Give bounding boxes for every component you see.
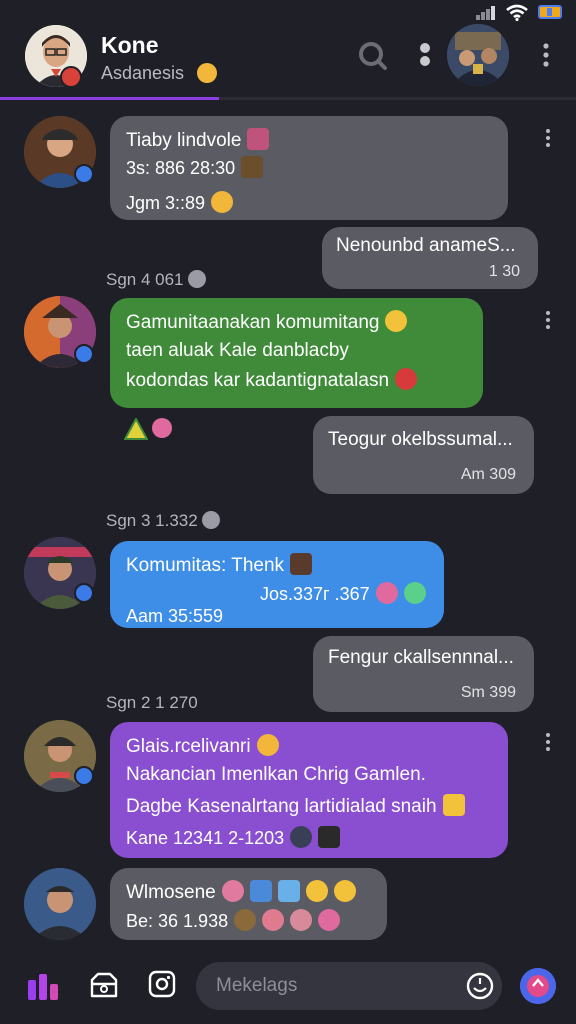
outgoing-text: Fengur ckallsennnal... — [328, 647, 514, 668]
image-emoji-icon — [241, 156, 264, 178]
subtitle-emoji-icon — [197, 63, 217, 83]
verified-badge — [74, 766, 94, 786]
verified-badge — [74, 164, 94, 184]
bottom-bar — [0, 950, 576, 1024]
instagram-icon[interactable] — [148, 970, 176, 998]
soldier-emoji-icon — [290, 826, 313, 848]
blush-emoji-icon — [318, 909, 341, 931]
photo-emoji-icon — [290, 553, 313, 575]
message-line: Jgm 3::89 — [126, 193, 206, 213]
message-line: taen aluak Kale danblacby — [126, 340, 349, 361]
outgoing-bubble[interactable]: Nenounbd anameS... 1 30 — [322, 227, 538, 289]
time-stamp: Sgn 4 061 — [106, 270, 206, 290]
message-line: 3s: 886 28:30 — [126, 158, 236, 178]
message-more-icon[interactable] — [545, 310, 551, 330]
doll-emoji-icon — [290, 909, 313, 931]
more-icon[interactable] — [418, 42, 432, 68]
signal-icon — [476, 6, 495, 20]
outgoing-bubble[interactable]: Fengur ckallsennnal... Sm 399 — [313, 636, 534, 712]
stamp-text: Sgn 3 1.332 — [106, 511, 198, 530]
chat-header: Kone Asdanesis — [0, 22, 576, 102]
sticker-emoji-icon — [442, 794, 465, 816]
verified-badge — [74, 344, 94, 364]
progress-fill — [0, 97, 219, 100]
sender-avatar[interactable] — [24, 868, 96, 940]
grin-emoji-icon — [333, 880, 356, 902]
overflow-menu-icon[interactable] — [540, 42, 552, 68]
message-line: kodondas kar kadantignatalasn — [126, 370, 390, 391]
stamp-text: Sgn 2 1 270 — [106, 693, 198, 712]
grin-emoji-icon — [305, 880, 328, 902]
group-avatar[interactable] — [447, 24, 509, 86]
contact-subtitle: Asdanesis — [101, 63, 185, 83]
message-bubble[interactable]: Glais.rcelivanri Nakancian Imenlkan Chri… — [110, 722, 508, 858]
message-bubble[interactable]: Wlmosene Be: 36 1.938 — [110, 868, 387, 940]
tools-emoji-icon — [249, 880, 272, 902]
message-line: Glais.rcelivanri — [126, 736, 251, 757]
message-line: Kane 12341 2-1203 — [126, 828, 285, 848]
message-line: Be: 36 1.938 — [126, 911, 229, 931]
message-line: Dagbe Kasenalrtang lartidialad snaih — [126, 796, 437, 817]
smile-emoji-icon — [211, 191, 234, 213]
message-time: Am 309 — [460, 466, 516, 483]
battery-icon — [538, 5, 562, 19]
girl-emoji-icon — [221, 880, 244, 902]
doll-emoji-icon — [262, 909, 285, 931]
outgoing-bubble[interactable]: Teogur okelbssumal... Am 309 — [313, 416, 534, 494]
message-more-icon[interactable] — [545, 732, 551, 752]
app-logo-icon[interactable] — [26, 970, 60, 1002]
blush-emoji-icon — [152, 418, 172, 438]
status-badge — [60, 66, 82, 88]
wink-emoji-icon — [385, 310, 408, 332]
verified-badge — [74, 583, 94, 603]
send-icon — [520, 968, 556, 1004]
message-line: Komumitas: Thenk — [126, 555, 285, 576]
blush-emoji-icon — [375, 582, 398, 604]
emoji-icon[interactable] — [466, 972, 494, 1000]
time-stamp: Sgn 3 1.332 — [106, 511, 220, 531]
message-line: Wlmosene — [126, 882, 216, 903]
message-line: Gamunitaanakan komumitang — [126, 312, 380, 333]
message-line: Tiaby lindvole — [126, 130, 242, 151]
message-line: Nakancian Imenlkan Chrig Gamlen. — [126, 764, 426, 785]
agent-emoji-icon — [318, 826, 341, 848]
message-line: Jos.337г .367 — [260, 584, 370, 604]
message-more-icon[interactable] — [545, 128, 551, 148]
message-line: Aam 35:559 — [126, 606, 224, 626]
message-bubble[interactable]: Gamunitaanakan komumitang taen aluak Kal… — [110, 298, 483, 408]
message-bubble[interactable]: Komumitas: Thenk Jos.337г .367 Aam 35:55… — [110, 541, 444, 628]
message-bubble[interactable]: Tiaby lindvole 3s: 886 28:30 Jgm 3::89 — [110, 116, 508, 220]
contact-name: Kone — [101, 32, 159, 58]
warning-icon — [124, 418, 148, 440]
smile-emoji-icon — [256, 734, 279, 756]
clock-icon — [201, 511, 220, 529]
bear-emoji-icon — [234, 909, 257, 931]
stamp-text: Sgn 4 061 — [106, 270, 184, 289]
message-input[interactable] — [196, 962, 502, 1010]
progress-bar — [0, 97, 576, 100]
message-time: 1 30 — [488, 263, 520, 280]
send-button[interactable] — [520, 968, 556, 1004]
message-time: Sm 399 — [460, 684, 516, 701]
face-emoji-icon — [403, 582, 426, 604]
outgoing-text: Teogur okelbssumal... — [328, 429, 513, 450]
outgoing-text: Nenounbd anameS... — [336, 235, 516, 256]
search-icon[interactable] — [357, 40, 389, 72]
clock-icon — [187, 270, 206, 288]
camera-bag-icon[interactable] — [88, 970, 120, 1000]
wrench-emoji-icon — [277, 880, 300, 902]
wifi-icon — [506, 4, 528, 21]
heart-face-emoji-icon — [395, 368, 418, 390]
time-stamp: Sgn 2 1 270 — [106, 693, 198, 713]
hat-emoji-icon — [247, 128, 270, 150]
